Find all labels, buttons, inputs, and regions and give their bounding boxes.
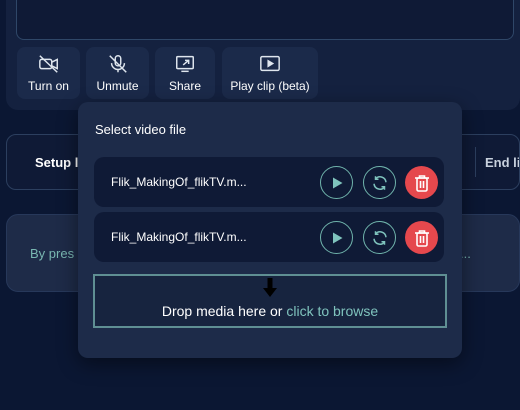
unmute-button[interactable]: Unmute: [86, 47, 149, 99]
camera-toggle-label: Turn on: [28, 79, 69, 93]
play-file-button[interactable]: [320, 166, 353, 199]
camera-toggle-button[interactable]: Turn on: [17, 47, 80, 99]
play-clip-label: Play clip (beta): [230, 79, 310, 93]
popup-title: Select video file: [95, 122, 187, 137]
replace-file-button[interactable]: [363, 221, 396, 254]
delete-file-button[interactable]: [405, 166, 438, 199]
play-file-button[interactable]: [320, 221, 353, 254]
refresh-icon: [372, 230, 387, 245]
unmute-label: Unmute: [96, 79, 139, 93]
play-clip-button[interactable]: Play clip (beta): [222, 47, 318, 99]
info-text: By pres: [30, 246, 75, 261]
trash-icon: [414, 174, 429, 192]
share-button[interactable]: Share: [155, 47, 215, 99]
drop-zone-label: Drop media here or: [161, 303, 287, 319]
file-row[interactable]: Flik_MakingOf_flikTV.m...: [94, 157, 444, 207]
trash-icon: [414, 229, 429, 247]
media-drop-zone[interactable]: Drop media here or click to browse: [93, 274, 447, 328]
refresh-icon: [372, 175, 387, 190]
video-preview: [16, 0, 514, 40]
drop-zone-text: Drop media here or click to browse: [95, 303, 445, 319]
file-name: Flik_MakingOf_flikTV.m...: [111, 175, 247, 189]
play-icon: [332, 232, 342, 243]
play-icon: [332, 177, 342, 188]
mic-off-icon: [108, 55, 127, 73]
file-row[interactable]: Flik_MakingOf_flikTV.m...: [94, 212, 444, 262]
arrow-down-icon: [263, 278, 277, 297]
delete-file-button[interactable]: [405, 221, 438, 254]
screen-share-icon: [176, 55, 194, 73]
file-name: Flik_MakingOf_flikTV.m...: [111, 230, 247, 244]
select-video-popup: Select video file Flik_MakingOf_flikTV.m…: [78, 102, 462, 358]
browse-link[interactable]: click to browse: [286, 303, 378, 319]
replace-file-button[interactable]: [363, 166, 396, 199]
play-clip-icon: [260, 55, 280, 72]
share-label: Share: [168, 79, 202, 93]
step-end-live[interactable]: End li: [459, 135, 519, 189]
camera-off-icon: [38, 55, 58, 73]
